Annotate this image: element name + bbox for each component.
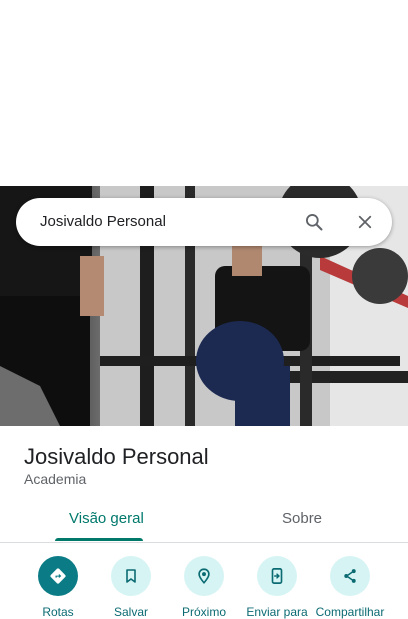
nearby-label: Próximo bbox=[181, 605, 226, 619]
tab-about[interactable]: Sobre bbox=[282, 510, 322, 527]
bookmark-icon bbox=[126, 569, 136, 583]
place-title: Josivaldo Personal bbox=[24, 444, 209, 469]
share-label: Compartilhar bbox=[315, 605, 385, 619]
save-label: Salvar bbox=[113, 605, 148, 619]
share-icon bbox=[344, 569, 356, 583]
share-button[interactable]: Compartilhar bbox=[314, 556, 386, 619]
active-tab-indicator bbox=[55, 538, 143, 541]
place-category: Academia bbox=[24, 471, 87, 487]
send-to-phone-button[interactable]: Enviar para bbox=[241, 556, 313, 619]
send-to-phone-button-circle bbox=[257, 556, 297, 596]
tab-overview[interactable]: Visão geral bbox=[69, 510, 144, 527]
search-button[interactable] bbox=[298, 206, 330, 238]
nearby-button-circle bbox=[184, 556, 224, 596]
save-button[interactable]: Salvar bbox=[95, 556, 167, 619]
directions-button-circle bbox=[38, 556, 78, 596]
search-input[interactable]: Josivaldo Personal bbox=[40, 213, 166, 230]
directions-button[interactable]: Rotas bbox=[22, 556, 94, 619]
send-to-phone-icon bbox=[271, 568, 283, 584]
search-bar[interactable]: Josivaldo Personal bbox=[16, 198, 392, 246]
clear-search-button[interactable] bbox=[349, 206, 381, 238]
search-icon bbox=[306, 214, 323, 231]
nearby-icon bbox=[198, 568, 210, 584]
nearby-button[interactable]: Próximo bbox=[168, 556, 240, 619]
send-to-phone-label: Enviar para bbox=[246, 605, 308, 619]
directions-label: Rotas bbox=[42, 605, 74, 619]
save-button-circle bbox=[111, 556, 151, 596]
action-bar: Rotas Salvar Próximo Enviar para Compart… bbox=[0, 556, 408, 619]
tab-bar: Visão geral Sobre bbox=[0, 500, 408, 543]
close-icon bbox=[358, 215, 372, 229]
directions-icon bbox=[50, 568, 66, 584]
share-button-circle bbox=[330, 556, 370, 596]
